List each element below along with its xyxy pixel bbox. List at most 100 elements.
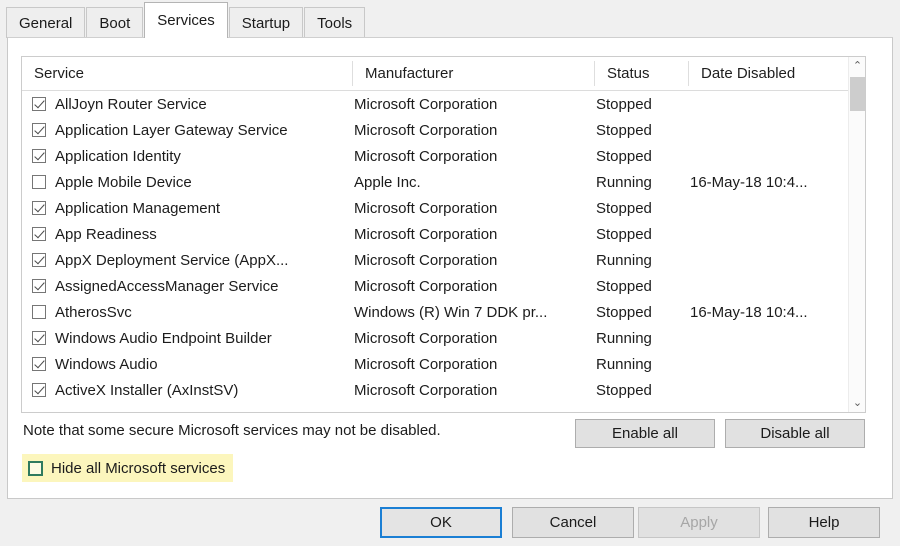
- service-row[interactable]: Application Management Microsoft Corporat…: [22, 195, 850, 221]
- service-enabled-checkbox[interactable]: [32, 227, 46, 241]
- service-row[interactable]: Windows Audio Microsoft Corporation Runnin…: [22, 351, 850, 377]
- services-tab-panel: Service Manufacturer Status Date Disable…: [7, 37, 893, 499]
- service-name-label: Windows Audio: [55, 355, 158, 373]
- service-enabled-checkbox[interactable]: [32, 253, 46, 267]
- service-enabled-checkbox[interactable]: [32, 279, 46, 293]
- date-disabled-cell: [690, 143, 850, 169]
- column-header-manufacturer[interactable]: Manufacturer: [353, 57, 594, 90]
- manufacturer-cell: Microsoft Corporation: [354, 147, 498, 165]
- service-enabled-checkbox[interactable]: [32, 149, 46, 163]
- service-name-label: AssignedAccessManager Service: [55, 277, 279, 295]
- service-name-label: AtherosSvc: [55, 303, 132, 321]
- date-disabled-cell: [690, 351, 850, 377]
- service-row[interactable]: AtherosSvc Windows (R) Win 7 DDK pr... Sto…: [22, 299, 850, 325]
- status-cell: Running: [596, 355, 652, 373]
- tab-boot[interactable]: Boot: [86, 7, 144, 38]
- service-enabled-checkbox[interactable]: [32, 305, 46, 319]
- service-name-cell: App Readiness: [32, 221, 350, 247]
- service-row[interactable]: Application Identity Microsoft Corporatio…: [22, 143, 850, 169]
- hide-all-microsoft-services-row[interactable]: Hide all Microsoft services: [22, 454, 234, 482]
- disable-all-button[interactable]: Disable all: [725, 419, 865, 448]
- column-header-service[interactable]: Service: [22, 57, 352, 90]
- date-disabled-cell: [690, 325, 850, 351]
- dialog-footer: OK Cancel Apply Help: [0, 499, 900, 546]
- system-configuration-dialog: General Boot Services Startup Tools Serv…: [0, 0, 900, 546]
- service-name-cell: AppX Deployment Service (AppX...: [32, 247, 350, 273]
- manufacturer-cell: Microsoft Corporation: [354, 121, 498, 139]
- hide-all-microsoft-services-label: Hide all Microsoft services: [51, 459, 226, 477]
- date-disabled-cell: 16-May-18 10:4...: [690, 303, 808, 321]
- help-button[interactable]: Help: [768, 507, 880, 538]
- manufacturer-cell: Microsoft Corporation: [354, 199, 498, 217]
- manufacturer-cell: Apple Inc.: [354, 173, 421, 191]
- service-row[interactable]: Apple Mobile Device Apple Inc. Running 16-M…: [22, 169, 850, 195]
- service-name-label: ActiveX Installer (AxInstSV): [55, 381, 239, 399]
- status-cell: Stopped: [596, 147, 652, 165]
- tab-startup[interactable]: Startup: [228, 7, 304, 38]
- manufacturer-cell: Microsoft Corporation: [354, 381, 498, 399]
- service-enabled-checkbox[interactable]: [32, 175, 46, 189]
- service-name-label: Application Identity: [55, 147, 181, 165]
- service-row[interactable]: AssignedAccessManager Service Microsoft C…: [22, 273, 850, 299]
- service-enabled-checkbox[interactable]: [32, 123, 46, 137]
- service-enabled-checkbox[interactable]: [32, 383, 46, 397]
- tab-tools[interactable]: Tools: [304, 7, 366, 38]
- services-list-header: Service Manufacturer Status Date Disable…: [22, 57, 865, 91]
- status-cell: Stopped: [596, 381, 652, 399]
- date-disabled-cell: [690, 247, 850, 273]
- manufacturer-cell: Microsoft Corporation: [354, 277, 498, 295]
- service-name-label: Windows Audio Endpoint Builder: [55, 329, 272, 347]
- apply-button: Apply: [638, 507, 760, 538]
- service-name-cell: AssignedAccessManager Service: [32, 273, 350, 299]
- date-disabled-cell: [690, 377, 850, 403]
- enable-all-button[interactable]: Enable all: [575, 419, 715, 448]
- service-name-cell: Application Layer Gateway Service: [32, 117, 350, 143]
- service-row[interactable]: AppX Deployment Service (AppX... Microsof…: [22, 247, 850, 273]
- tab-general[interactable]: General: [6, 7, 86, 38]
- service-row[interactable]: ActiveX Installer (AxInstSV) Microsoft Co…: [22, 377, 850, 403]
- date-disabled-cell: [690, 273, 850, 299]
- service-name-label: App Readiness: [55, 225, 157, 243]
- hide-all-microsoft-services-checkbox[interactable]: [28, 460, 43, 476]
- service-row[interactable]: AllJoyn Router Service Microsoft Corporat…: [22, 91, 850, 117]
- service-name-cell: Windows Audio Endpoint Builder: [32, 325, 350, 351]
- service-name-cell: Application Identity: [32, 143, 350, 169]
- status-cell: Stopped: [596, 303, 652, 321]
- service-name-cell: AtherosSvc: [32, 299, 350, 325]
- service-row[interactable]: App Readiness Microsoft Corporation Stoppe…: [22, 221, 850, 247]
- ok-button[interactable]: OK: [380, 507, 502, 538]
- date-disabled-cell: [690, 91, 850, 117]
- manufacturer-cell: Microsoft Corporation: [354, 355, 498, 373]
- date-disabled-cell: [690, 221, 850, 247]
- service-enabled-checkbox[interactable]: [32, 201, 46, 215]
- manufacturer-cell: Windows (R) Win 7 DDK pr...: [354, 303, 548, 321]
- service-name-cell: Apple Mobile Device: [32, 169, 350, 195]
- service-name-cell: ActiveX Installer (AxInstSV): [32, 377, 350, 403]
- status-cell: Running: [596, 251, 652, 269]
- status-cell: Stopped: [596, 121, 652, 139]
- service-name-label: AllJoyn Router Service: [55, 95, 207, 113]
- service-name-label: Application Layer Gateway Service: [55, 121, 288, 139]
- scroll-up-arrow-icon[interactable]: ⌃: [849, 57, 865, 75]
- scrollbar-thumb[interactable]: [850, 77, 865, 111]
- date-disabled-cell: 16-May-18 10:4...: [690, 173, 808, 191]
- cancel-button[interactable]: Cancel: [512, 507, 634, 538]
- services-list-body: AllJoyn Router Service Microsoft Corporat…: [22, 91, 850, 412]
- column-header-date-disabled[interactable]: Date Disabled: [689, 57, 849, 90]
- scroll-down-arrow-icon[interactable]: ⌄: [849, 394, 865, 412]
- service-name-label: AppX Deployment Service (AppX...: [55, 251, 289, 269]
- service-row[interactable]: Windows Audio Endpoint Builder Microsoft …: [22, 325, 850, 351]
- date-disabled-cell: [690, 195, 850, 221]
- service-name-cell: Application Management: [32, 195, 350, 221]
- status-cell: Stopped: [596, 277, 652, 295]
- manufacturer-cell: Microsoft Corporation: [354, 329, 498, 347]
- service-enabled-checkbox[interactable]: [32, 331, 46, 345]
- service-row[interactable]: Application Layer Gateway Service Microso…: [22, 117, 850, 143]
- column-header-status[interactable]: Status: [595, 57, 688, 90]
- service-enabled-checkbox[interactable]: [32, 357, 46, 371]
- services-list[interactable]: Service Manufacturer Status Date Disable…: [21, 56, 866, 413]
- service-enabled-checkbox[interactable]: [32, 97, 46, 111]
- tab-services[interactable]: Services: [144, 2, 228, 38]
- service-name-cell: Windows Audio: [32, 351, 350, 377]
- vertical-scrollbar[interactable]: ⌃ ⌄: [848, 57, 865, 412]
